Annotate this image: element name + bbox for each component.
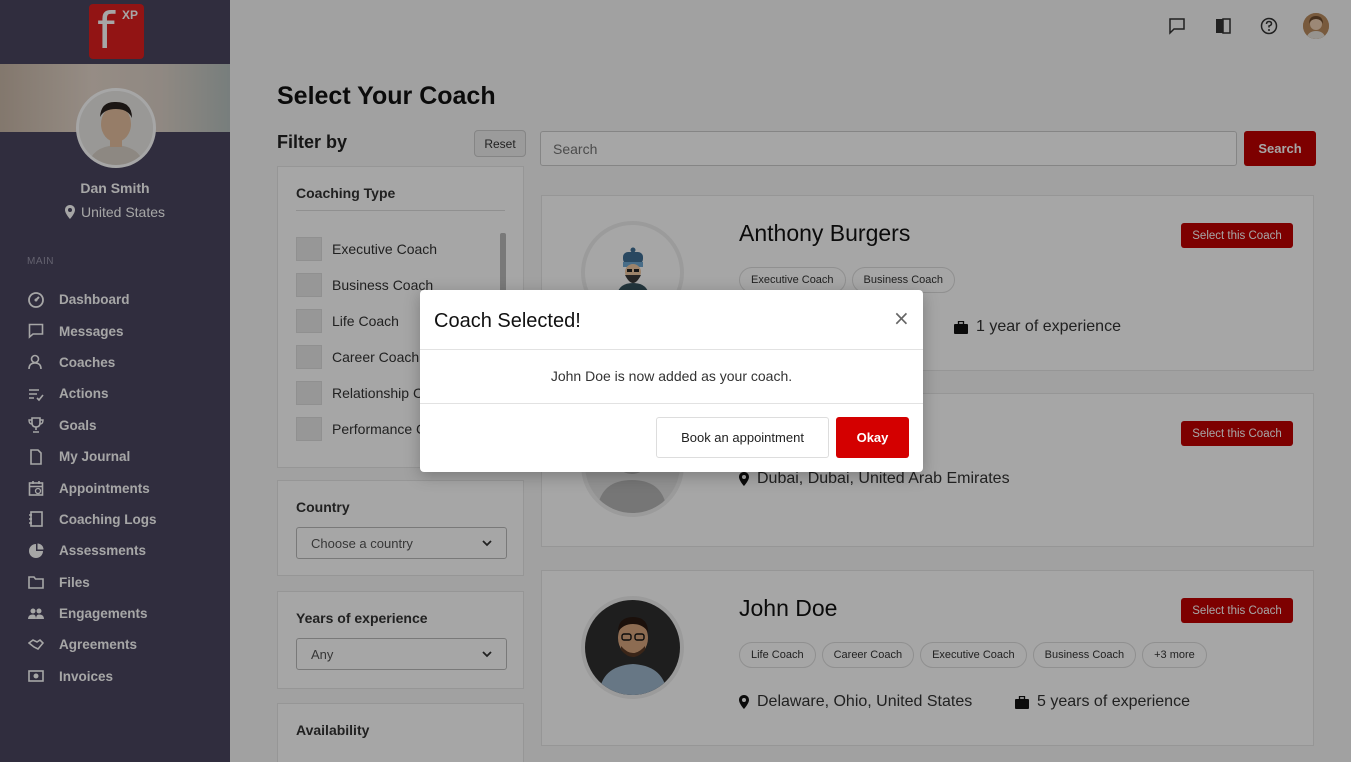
coach-selected-modal: Coach Selected! × John Doe is now added …: [420, 290, 923, 472]
book-appointment-button[interactable]: Book an appointment: [656, 417, 829, 458]
modal-divider: [420, 403, 923, 404]
modal-message: John Doe is now added as your coach.: [550, 368, 793, 384]
modal-title: Coach Selected!: [434, 310, 581, 332]
close-button[interactable]: ×: [893, 306, 910, 330]
modal-divider: [420, 349, 923, 350]
okay-button[interactable]: Okay: [836, 417, 909, 458]
